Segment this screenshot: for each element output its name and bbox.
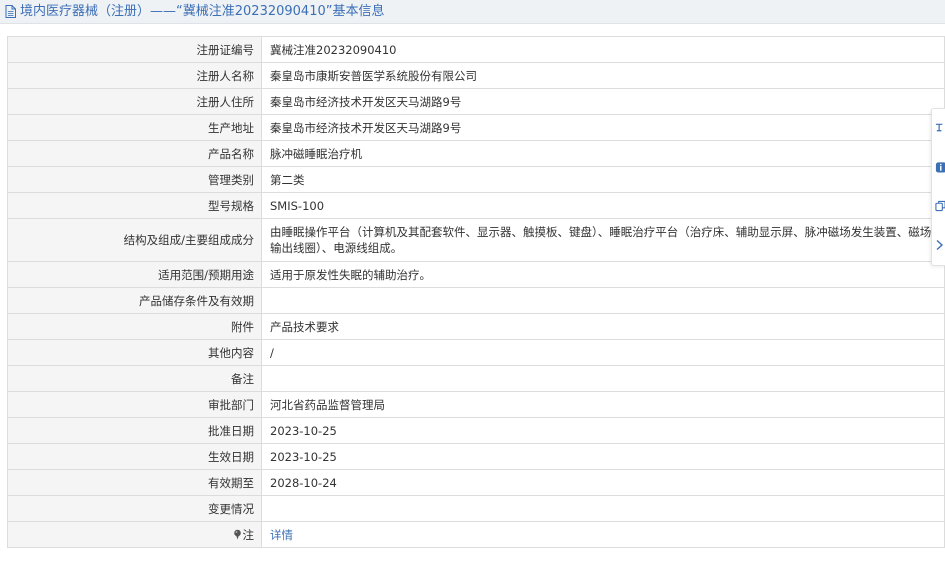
row-label: 结构及组成/主要组成成分 [7,218,262,262]
table-row: 产品储存条件及有效期 [7,287,945,314]
row-label: 附件 [7,313,262,340]
row-value [261,495,945,522]
table-row: 其他内容 / [7,339,945,366]
table-row: 审批部门 河北省药品监督管理局 [7,391,945,418]
table-row: 备注 [7,365,945,392]
table-row: 附件 产品技术要求 [7,313,945,340]
row-value: 秦皇岛市经济技术开发区天马湖路9号 [261,114,945,141]
table-row: 生产地址 秦皇岛市经济技术开发区天马湖路9号 [7,114,945,141]
collapse-arrow-icon[interactable] [935,238,945,252]
row-label: 审批部门 [7,391,262,418]
table-row: 变更情况 [7,495,945,522]
row-value: SMIS-100 [261,192,945,219]
copy-icon[interactable] [935,199,945,213]
table-row: 有效期至 2028-10-24 [7,469,945,496]
row-label: 注册证编号 [7,36,262,63]
row-value: 2023-10-25 [261,417,945,444]
table-row: 批准日期 2023-10-25 [7,417,945,444]
row-value: 脉冲磁睡眠治疗机 [261,140,945,167]
row-value: 适用于原发性失眠的辅助治疗。 [261,261,945,288]
row-value: 秦皇岛市康斯安普医学系统股份有限公司 [261,62,945,89]
row-value: 2028-10-24 [261,469,945,496]
row-value: 2023-10-25 [261,443,945,470]
row-label: 备注 [7,365,262,392]
row-value: 由睡眠操作平台（计算机及其配套软件、显示器、触摸板、键盘）、睡眠治疗平台（治疗床… [261,218,945,262]
table-row: 产品名称 脉冲磁睡眠治疗机 [7,140,945,167]
title-reg-no: “冀械注准20232090410” [176,3,333,19]
row-value: 第二类 [261,166,945,193]
row-label: 注册人名称 [7,62,262,89]
info-table: 注册证编号 冀械注准20232090410 注册人名称 秦皇岛市康斯安普医学系统… [7,36,945,548]
row-label: 生效日期 [7,443,262,470]
row-value: 产品技术要求 [261,313,945,340]
row-label: 适用范围/预期用途 [7,261,262,288]
row-label: 变更情况 [7,495,262,522]
row-label: 产品名称 [7,140,262,167]
row-value: / [261,339,945,366]
table-row: 结构及组成/主要组成成分 由睡眠操作平台（计算机及其配套软件、显示器、触摸板、键… [7,218,945,262]
title-bar: 境内医疗器械（注册）——“冀械注准20232090410”基本信息 [0,0,945,24]
translate-icon[interactable] [935,121,945,135]
row-value: 河北省药品监督管理局 [261,391,945,418]
note-value-cell: 详情 [261,521,945,548]
row-label: 其他内容 [7,339,262,366]
row-label: 批准日期 [7,417,262,444]
table-row: 注册人住所 秦皇岛市经济技术开发区天马湖路9号 [7,88,945,115]
row-value [261,365,945,392]
side-toolbar [931,108,945,266]
row-label: 有效期至 [7,469,262,496]
table-row: 适用范围/预期用途 适用于原发性失眠的辅助治疗。 [7,261,945,288]
row-value: 冀械注准20232090410 [261,36,945,63]
page: 境内医疗器械（注册）——“冀械注准20232090410”基本信息 注册证编号 … [0,0,945,575]
page-title: 境内医疗器械（注册）——“冀械注准20232090410”基本信息 [20,0,384,24]
row-label: 型号规格 [7,192,262,219]
info-icon[interactable] [935,160,945,174]
table-row: 管理类别 第二类 [7,166,945,193]
row-label: 生产地址 [7,114,262,141]
title-prefix: 境内医疗器械（注册）—— [20,3,177,19]
pin-icon [233,528,242,539]
table-row: 注 详情 [7,521,945,548]
table-row: 注册证编号 冀械注准20232090410 [7,36,945,63]
note-label: 注 [242,527,255,542]
row-label: 管理类别 [7,166,262,193]
document-icon [2,4,18,20]
row-value [261,287,945,314]
note-label-cell: 注 [7,521,262,548]
row-label: 注册人住所 [7,88,262,115]
title-suffix: 基本信息 [332,3,385,19]
table-row: 注册人名称 秦皇岛市康斯安普医学系统股份有限公司 [7,62,945,89]
details-link[interactable]: 详情 [270,528,293,542]
row-value: 秦皇岛市经济技术开发区天马湖路9号 [261,88,945,115]
row-label: 产品储存条件及有效期 [7,287,262,314]
table-row: 型号规格 SMIS-100 [7,192,945,219]
table-row: 生效日期 2023-10-25 [7,443,945,470]
